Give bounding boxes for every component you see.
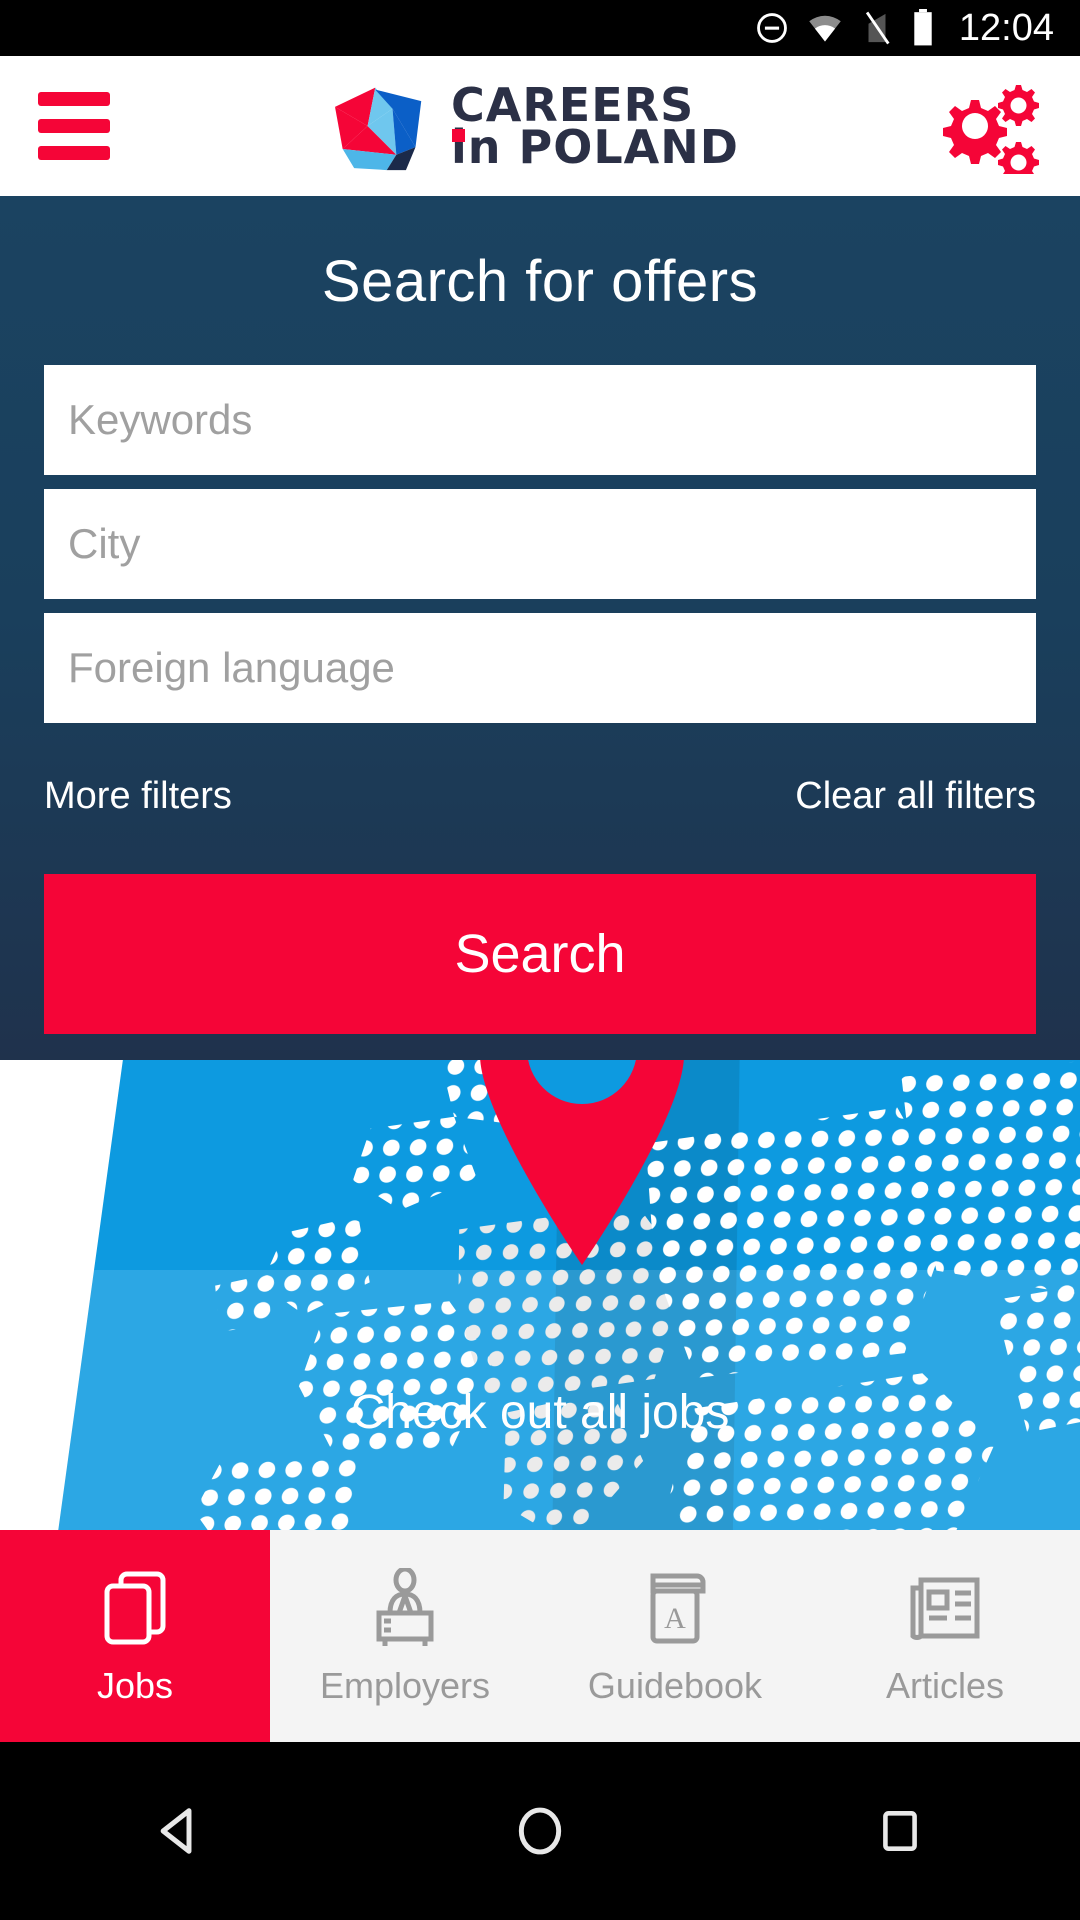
map-hero[interactable]: Check out all jobs [0,1060,1080,1530]
nav-label-articles: Articles [885,1665,1005,1706]
svg-text:A: A [664,1602,686,1635]
android-navigation-bar [0,1742,1080,1920]
logo-mark-icon [335,87,422,171]
recents-square-icon[interactable] [840,1786,960,1876]
logo-i-dot [452,129,466,142]
search-panel: Search for offers More filters Clear all… [0,196,1080,1126]
home-circle-icon[interactable] [480,1786,600,1876]
gears-icon[interactable] [924,78,1054,174]
nav-label-guidebook: Guidebook [587,1665,763,1706]
nav-item-jobs[interactable]: Jobs [0,1530,270,1742]
back-triangle-icon[interactable] [120,1786,240,1876]
nav-item-guidebook[interactable]: A Guidebook [540,1530,810,1742]
hamburger-menu-icon[interactable] [38,92,148,160]
battery-icon [911,9,935,47]
status-bar-clock: 12:04 [958,7,1054,49]
wifi-icon [807,13,843,43]
logo-text-line2-value: in POLAND [451,120,739,174]
map-pin-icon [480,1060,684,1265]
nav-label-jobs: Jobs [96,1665,174,1706]
book-a-icon: A [632,1565,718,1651]
filters-row: More filters Clear all filters [0,775,1080,818]
check-out-all-jobs-link[interactable]: Check out all jobs [0,1385,1080,1440]
hamburger-bar [38,146,110,160]
search-button[interactable]: Search [44,874,1036,1034]
hamburger-bar [38,92,110,106]
foreign-language-input[interactable] [44,613,1036,723]
status-bar: 12:04 [0,0,1080,56]
city-input[interactable] [44,489,1036,599]
signal-off-icon [861,11,893,45]
newspaper-icon [902,1565,988,1651]
page-title: Search for offers [321,249,759,314]
keywords-input[interactable] [44,365,1036,475]
app-screen: 12:04 CAREERS in POLAND Search for offer… [0,0,1080,1920]
app-logo[interactable]: CAREERS in POLAND [148,80,924,172]
hamburger-bar [38,119,110,133]
search-fields [0,365,1080,723]
nav-item-employers[interactable]: Employers [270,1530,540,1742]
do-not-disturb-icon [755,11,789,45]
employer-desk-icon [362,1565,448,1651]
nav-item-articles[interactable]: Articles [810,1530,1080,1742]
app-header: CAREERS in POLAND [0,56,1080,196]
logo-text-line2: in POLAND [451,124,739,170]
nav-label-employers: Employers [319,1665,491,1706]
more-filters-link[interactable]: More filters [44,775,232,818]
jobs-cards-icon [92,1565,178,1651]
bottom-navigation: Jobs Employers A Guidebook Articles [0,1530,1080,1742]
clear-all-filters-link[interactable]: Clear all filters [795,775,1036,818]
